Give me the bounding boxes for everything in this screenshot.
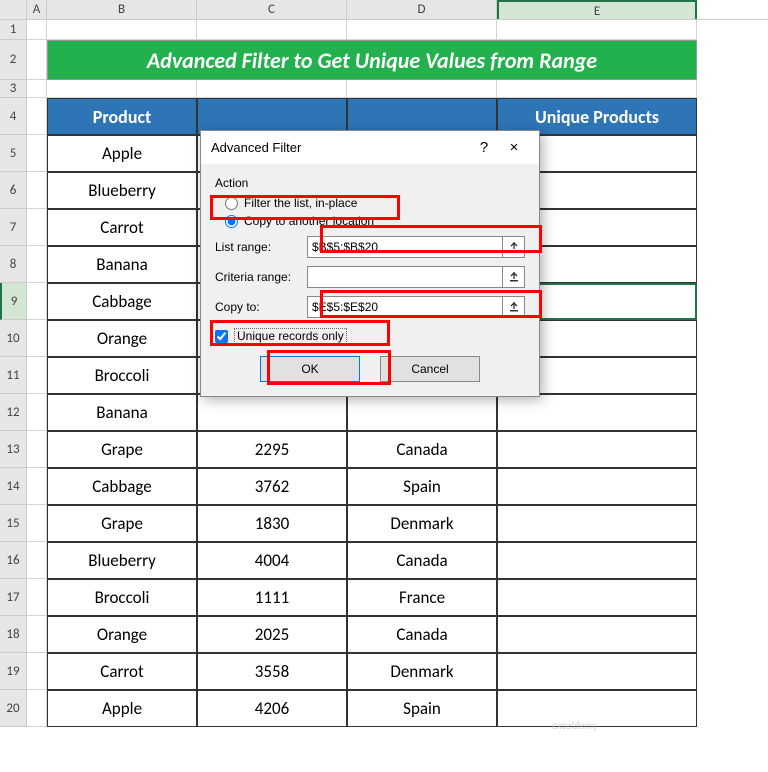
col-header-A[interactable]: A	[27, 0, 47, 19]
cell-D13[interactable]: Canada	[347, 431, 497, 468]
cell-E15[interactable]	[497, 505, 697, 542]
cell-D19[interactable]: Denmark	[347, 653, 497, 690]
row-header-10[interactable]: 10	[0, 320, 27, 357]
cell-E17[interactable]	[497, 579, 697, 616]
cell-C13[interactable]: 2295	[197, 431, 347, 468]
list-range-label: List range:	[215, 240, 307, 254]
action-label: Action	[215, 176, 525, 190]
cell-B8[interactable]: Banana	[47, 246, 197, 283]
cell-D16[interactable]: Canada	[347, 542, 497, 579]
header-product[interactable]: Product	[47, 98, 197, 135]
cell-C14[interactable]: 3762	[197, 468, 347, 505]
cell-B17[interactable]: Broccoli	[47, 579, 197, 616]
copy-to-label: Copy to:	[215, 300, 307, 314]
criteria-range-picker-icon[interactable]	[503, 266, 525, 288]
unique-records-checkbox-row[interactable]: Unique records only	[215, 328, 525, 344]
row-header-5[interactable]: 5	[0, 135, 27, 172]
radio-copy-input[interactable]	[225, 215, 238, 228]
row-header-19[interactable]: 19	[0, 653, 27, 690]
cell-B13[interactable]: Grape	[47, 431, 197, 468]
cell-E12[interactable]	[497, 394, 697, 431]
cell-B16[interactable]: Blueberry	[47, 542, 197, 579]
title-cell[interactable]: Advanced Filter to Get Unique Values fro…	[47, 40, 697, 80]
criteria-range-label: Criteria range:	[215, 270, 307, 284]
radio-copy-location[interactable]: Copy to another location	[225, 214, 525, 228]
cell-C15[interactable]: 1830	[197, 505, 347, 542]
cell-B10[interactable]: Orange	[47, 320, 197, 357]
help-icon[interactable]: ?	[469, 139, 499, 156]
ok-button[interactable]: OK	[260, 356, 360, 382]
cell-B11[interactable]: Broccoli	[47, 357, 197, 394]
row-header-20[interactable]: 20	[0, 690, 27, 727]
cell-E20[interactable]	[497, 690, 697, 727]
dialog-titlebar[interactable]: Advanced Filter ? ×	[201, 131, 539, 164]
cell-B19[interactable]: Carrot	[47, 653, 197, 690]
cell-C18[interactable]: 2025	[197, 616, 347, 653]
select-all-corner[interactable]	[0, 0, 27, 19]
cell-C16[interactable]: 4004	[197, 542, 347, 579]
row-header-17[interactable]: 17	[0, 579, 27, 616]
row-header-7[interactable]: 7	[0, 209, 27, 246]
row-header-1[interactable]: 1	[0, 20, 27, 40]
cell-C19[interactable]: 3558	[197, 653, 347, 690]
col-header-B[interactable]: B	[47, 0, 197, 19]
row-header-13[interactable]: 13	[0, 431, 27, 468]
cancel-button[interactable]: Cancel	[380, 356, 480, 382]
col-header-D[interactable]: D	[347, 0, 497, 19]
row-header-12[interactable]: 12	[0, 394, 27, 431]
cell-D20[interactable]: Spain	[347, 690, 497, 727]
list-range-picker-icon[interactable]	[503, 236, 525, 258]
radio-filter-inplace[interactable]: Filter the list, in-place	[225, 196, 525, 210]
unique-records-checkbox[interactable]	[215, 330, 228, 343]
copy-to-input[interactable]: $E$5:$E$20	[307, 296, 503, 318]
row-header-2[interactable]: 2	[0, 40, 27, 80]
cell-C20[interactable]: 4206	[197, 690, 347, 727]
cell-D12[interactable]	[347, 394, 497, 431]
row-header-15[interactable]: 15	[0, 505, 27, 542]
cell-D17[interactable]: France	[347, 579, 497, 616]
close-icon[interactable]: ×	[499, 139, 529, 156]
row-header-6[interactable]: 6	[0, 172, 27, 209]
criteria-range-input[interactable]	[307, 266, 503, 288]
cell-E14[interactable]	[497, 468, 697, 505]
cell-B14[interactable]: Cabbage	[47, 468, 197, 505]
row-header-4[interactable]: 4	[0, 98, 27, 135]
advanced-filter-dialog: Advanced Filter ? × Action Filter the li…	[200, 130, 540, 397]
dialog-title: Advanced Filter	[211, 140, 469, 155]
col-header-C[interactable]: C	[197, 0, 347, 19]
row-header-18[interactable]: 18	[0, 616, 27, 653]
cell-B18[interactable]: Orange	[47, 616, 197, 653]
row-header-9[interactable]: 9	[0, 283, 27, 320]
radio-inplace-input[interactable]	[225, 197, 238, 210]
row-header-3[interactable]: 3	[0, 80, 27, 98]
column-headers: A B C D E	[0, 0, 768, 20]
cell-D15[interactable]: Denmark	[347, 505, 497, 542]
cell-E19[interactable]	[497, 653, 697, 690]
cell-D14[interactable]: Spain	[347, 468, 497, 505]
copy-to-picker-icon[interactable]	[503, 296, 525, 318]
cell-B12[interactable]: Banana	[47, 394, 197, 431]
cell-E13[interactable]	[497, 431, 697, 468]
row-header-8[interactable]: 8	[0, 246, 27, 283]
cell-B15[interactable]: Grape	[47, 505, 197, 542]
cell-B7[interactable]: Carrot	[47, 209, 197, 246]
cell-D18[interactable]: Canada	[347, 616, 497, 653]
row-header-11[interactable]: 11	[0, 357, 27, 394]
unique-records-label: Unique records only	[234, 328, 347, 344]
cell-C12[interactable]	[197, 394, 347, 431]
col-header-E[interactable]: E	[497, 0, 697, 19]
cell-B20[interactable]: Apple	[47, 690, 197, 727]
cell-E16[interactable]	[497, 542, 697, 579]
cell-B9[interactable]: Cabbage	[47, 283, 197, 320]
row-header-16[interactable]: 16	[0, 542, 27, 579]
cell-B6[interactable]: Blueberry	[47, 172, 197, 209]
row-header-14[interactable]: 14	[0, 468, 27, 505]
cell-C17[interactable]: 1111	[197, 579, 347, 616]
cell-B5[interactable]: Apple	[47, 135, 197, 172]
list-range-input[interactable]: $B$5:$B$20	[307, 236, 503, 258]
cell-E18[interactable]	[497, 616, 697, 653]
